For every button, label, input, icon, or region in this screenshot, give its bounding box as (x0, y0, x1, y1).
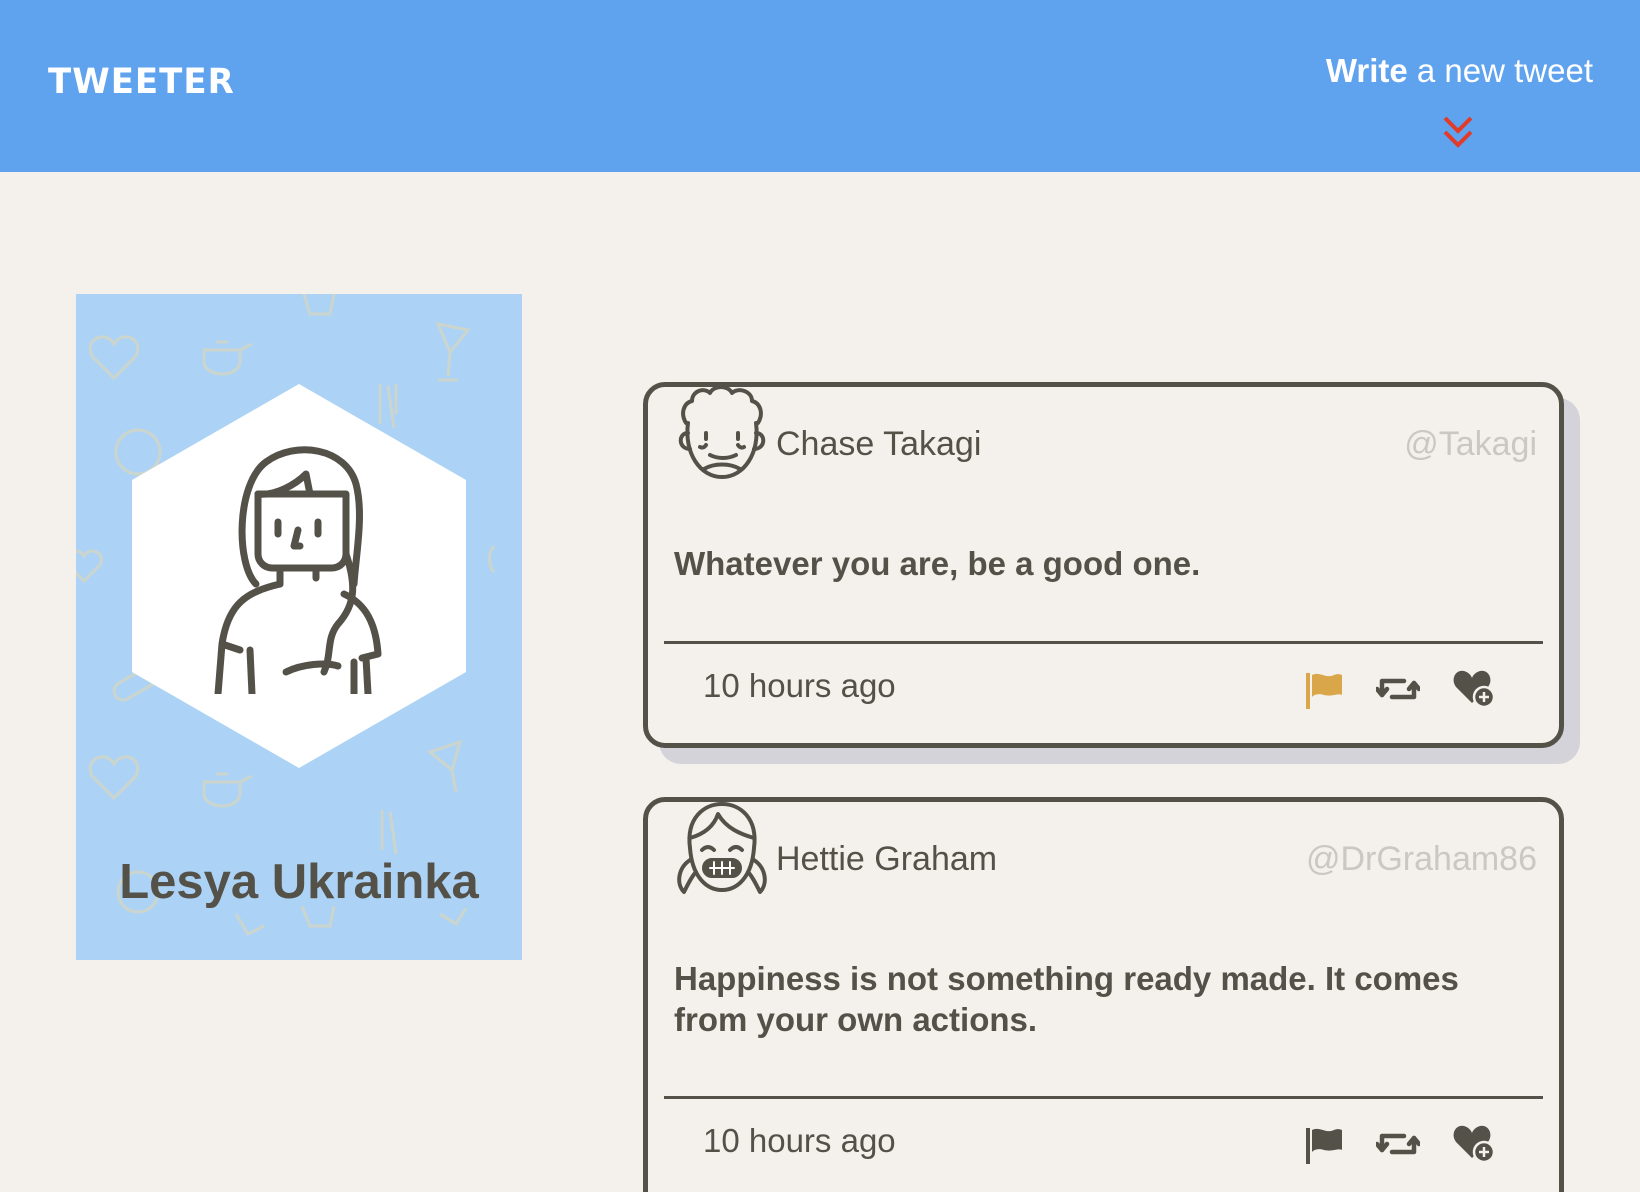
tweet-content: Happiness is not something ready made. I… (674, 960, 1459, 1038)
tweet-divider (664, 641, 1543, 644)
tweet-footer: 10 hours ago (648, 1100, 1559, 1180)
smiling-girl-avatar-icon[interactable] (674, 798, 770, 898)
tweet-content: Whatever you are, be a good one. (674, 545, 1201, 582)
tweet-card: Hettie Graham @DrGraham86 Happiness is n… (643, 797, 1564, 1192)
retweet-icon[interactable] (1376, 669, 1420, 709)
compose-label-bold: Write (1325, 52, 1408, 89)
profile-name: Lesya Ukrainka (119, 855, 479, 909)
tweet-handle[interactable]: @DrGraham86 (1306, 840, 1537, 879)
tweet-author[interactable]: Hettie Graham (776, 840, 997, 879)
app-logo[interactable]: TWEETER (48, 62, 235, 103)
retweet-icon[interactable] (1376, 1124, 1420, 1164)
profile-card: Lesya Ukrainka (76, 294, 522, 960)
tweet-divider (664, 1096, 1543, 1099)
like-icon[interactable] (1452, 669, 1496, 709)
tweet-author[interactable]: Chase Takagi (776, 425, 981, 464)
tweet-handle[interactable]: @Takagi (1404, 425, 1537, 464)
curly-hair-man-avatar-icon[interactable] (674, 383, 770, 483)
tweet-timestamp: 10 hours ago (703, 1122, 896, 1159)
compose-label[interactable]: Write a new tweet (1293, 52, 1593, 90)
tweet-footer: 10 hours ago (648, 645, 1559, 725)
flag-icon[interactable] (1302, 1124, 1346, 1164)
tweet-header: Hettie Graham @DrGraham86 (648, 802, 1559, 912)
double-chevron-down-icon[interactable] (1441, 114, 1475, 150)
tweet-header: Chase Takagi @Takagi (648, 385, 1559, 497)
tweet-timestamp: 10 hours ago (703, 667, 896, 704)
flag-icon[interactable] (1302, 669, 1346, 709)
tweet-card: Chase Takagi @Takagi Whatever you are, b… (643, 382, 1564, 748)
girl-avatar-icon (214, 446, 382, 694)
top-nav: TWEETER Write a new tweet (0, 0, 1640, 172)
like-icon[interactable] (1452, 1124, 1496, 1164)
compose-toggle[interactable]: Write a new tweet (1293, 52, 1593, 152)
compose-label-rest: a new tweet (1407, 52, 1593, 89)
